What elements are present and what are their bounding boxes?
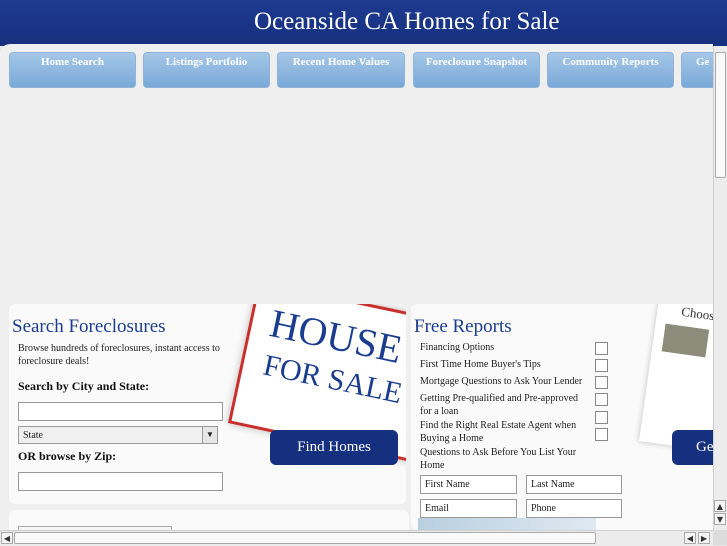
horizontal-scrollbar[interactable]: ◀ ◀ ▶ <box>0 530 713 546</box>
site-header: Oceanside CA Homes for Sale <box>0 0 727 46</box>
report-item: Find the Right Real Estate Agent when Bu… <box>420 420 577 444</box>
scroll-left-arrow-icon[interactable]: ◀ <box>1 532 13 544</box>
find-homes-button[interactable]: Find Homes <box>270 430 398 465</box>
city-input[interactable] <box>18 402 223 421</box>
report-checkbox[interactable] <box>595 342 608 355</box>
scroll-left-arrow-icon[interactable]: ◀ <box>684 532 696 544</box>
state-select-value: State <box>23 430 43 441</box>
search-foreclosures-panel: HOUSE FOR SALE Search Foreclosures Brows… <box>9 304 406 504</box>
city-state-label: Search by City and State: <box>18 379 150 393</box>
scroll-right-arrow-icon[interactable]: ▶ <box>698 532 710 544</box>
email-input[interactable]: Email <box>420 499 517 518</box>
report-item: Questions to Ask Before You List Your Ho… <box>420 447 577 471</box>
phone-input[interactable]: Phone <box>526 499 622 518</box>
reports-title: Free Reports <box>414 316 512 337</box>
report-checkbox[interactable] <box>595 428 608 441</box>
zip-input[interactable] <box>18 472 223 491</box>
report-item: Financing Options <box>420 342 495 353</box>
report-checkbox[interactable] <box>595 411 608 424</box>
page-title: Oceanside CA Homes for Sale <box>254 8 560 35</box>
nav-recent-home-values[interactable]: Recent Home Values <box>277 52 405 88</box>
report-image-bottom <box>418 518 596 530</box>
search-description: Browse hundreds of foreclosures, instant… <box>18 343 220 367</box>
first-name-input[interactable]: First Name <box>420 475 517 494</box>
nav-foreclosure-snapshot[interactable]: Foreclosure Snapshot <box>413 52 540 88</box>
vertical-scrollbar[interactable]: ▲ ▼ <box>713 46 727 530</box>
page-content: Home Search Listings Portfolio Recent Ho… <box>0 44 713 530</box>
search-title: Search Foreclosures <box>12 316 166 337</box>
horizontal-scroll-thumb[interactable] <box>14 532 596 544</box>
report-checkbox[interactable] <box>595 393 608 406</box>
report-checkbox[interactable] <box>595 376 608 389</box>
scroll-up-arrow-icon[interactable]: ▲ <box>714 500 726 512</box>
vertical-scroll-thumb[interactable] <box>715 52 726 178</box>
nav-community-reports[interactable]: Community Reports <box>547 52 674 88</box>
house-photo <box>661 323 710 358</box>
report-item: Getting Pre-qualified and Pre-approved f… <box>420 393 579 417</box>
free-reports-panel: Choosing Free Reports Financing Options … <box>411 304 713 530</box>
report-checkbox[interactable] <box>595 359 608 372</box>
report-item: Mortgage Questions to Ask Your Lender <box>420 376 583 387</box>
nav-listings-portfolio[interactable]: Listings Portfolio <box>143 52 270 88</box>
chevron-down-icon: ▼ <box>202 427 217 443</box>
scroll-down-arrow-icon[interactable]: ▼ <box>714 513 726 525</box>
state-select[interactable]: State ▼ <box>18 426 218 444</box>
zip-label: OR browse by Zip: <box>18 449 117 463</box>
get-reports-button[interactable]: Ge <box>672 430 713 465</box>
report-item: First Time Home Buyer's Tips <box>420 359 541 370</box>
bottom-panel <box>9 510 409 530</box>
nav-more[interactable]: Ge <box>681 52 713 88</box>
nav-home-search[interactable]: Home Search <box>9 52 136 88</box>
image-text-choosing: Choosing <box>680 304 713 326</box>
last-name-input[interactable]: Last Name <box>526 475 622 494</box>
scrollbar-corner <box>713 530 727 545</box>
